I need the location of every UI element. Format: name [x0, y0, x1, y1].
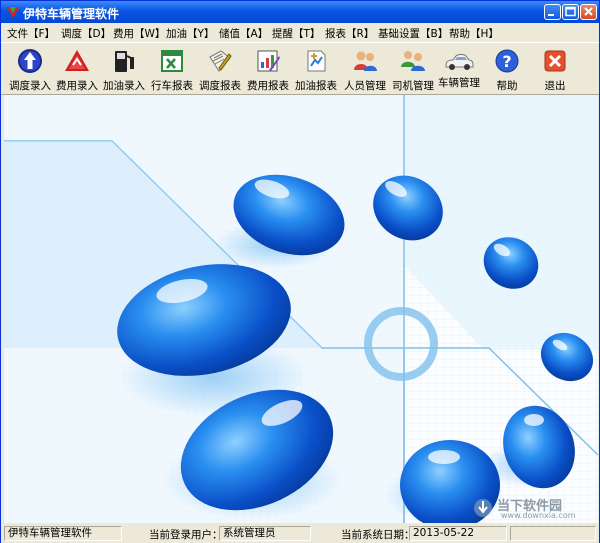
maximize-icon [565, 6, 576, 17]
menu-help[interactable]: 帮助【H】 [449, 26, 499, 41]
status-date-label: 当前系统日期： [341, 529, 415, 541]
status-user-label: 当前登录用户： [149, 529, 223, 541]
chart-pen-icon [257, 50, 280, 72]
status-user-value: 系统管理员 [219, 526, 311, 541]
menu-stored-value[interactable]: 储值【A】 [219, 26, 268, 41]
status-bar: 伊特车辆管理软件 当前登录用户： 系统管理员 当前系统日期： 2013-05-2… [1, 525, 599, 543]
people-icon [354, 51, 377, 71]
menu-dispatch[interactable]: 调度【D】 [61, 26, 111, 41]
status-app-name: 伊特车辆管理软件 [4, 526, 122, 541]
help-icon: ? [495, 49, 519, 73]
toolbar: 调度录入 费用录入 加油录入 行车报表 调度报表 费用报表 加油报表 人员管理 … [1, 42, 599, 95]
fuel-pump-icon [115, 51, 134, 72]
app-window: 伊特车辆管理软件 文件【F】 调度【D】 费用【W】 加油【Y】 储值【A】 提… [0, 0, 600, 543]
status-empty-cell [510, 526, 596, 541]
exit-button[interactable]: 退出 [529, 45, 581, 93]
minimize-button[interactable] [544, 4, 561, 20]
background-artwork [4, 95, 598, 523]
menu-basic-settings[interactable]: 基础设置【B】 [378, 26, 448, 41]
exit-icon [544, 50, 566, 72]
menu-reminder[interactable]: 提醒【T】 [272, 26, 320, 41]
driver-icon [401, 51, 425, 71]
close-button[interactable] [580, 4, 597, 20]
minimize-icon [548, 14, 554, 16]
menu-fuel[interactable]: 加油【Y】 [166, 26, 214, 41]
car-icon [445, 54, 474, 70]
watermark-url: www.downxia.com [501, 511, 576, 520]
status-date-value: 2013-05-22 [409, 526, 507, 541]
warning-triangle-icon [65, 50, 89, 71]
up-arrow-icon [18, 49, 42, 73]
fuel-report-icon [307, 50, 326, 72]
maximize-button[interactable] [562, 4, 579, 20]
svg-text:?: ? [502, 52, 511, 71]
window-title: 伊特车辆管理软件 [23, 7, 120, 21]
tool-label: 退出 [544, 80, 566, 92]
title-bar[interactable]: 伊特车辆管理软件 [1, 1, 599, 23]
document-pen-icon [209, 50, 232, 72]
menu-file[interactable]: 文件【F】 [7, 26, 55, 41]
download-arrow-icon [474, 499, 492, 517]
watermark: 当下软件园 www.downxia.com [471, 493, 591, 523]
menu-report[interactable]: 报表【R】 [325, 26, 374, 41]
menu-bar: 文件【F】 调度【D】 费用【W】 加油【Y】 储值【A】 提醒【T】 报表【R… [1, 23, 599, 41]
excel-icon [161, 50, 183, 72]
menu-expense[interactable]: 费用【W】 [113, 26, 165, 41]
close-icon [584, 7, 593, 16]
blue-drops-artwork [4, 95, 598, 523]
app-logo-icon [7, 7, 19, 18]
